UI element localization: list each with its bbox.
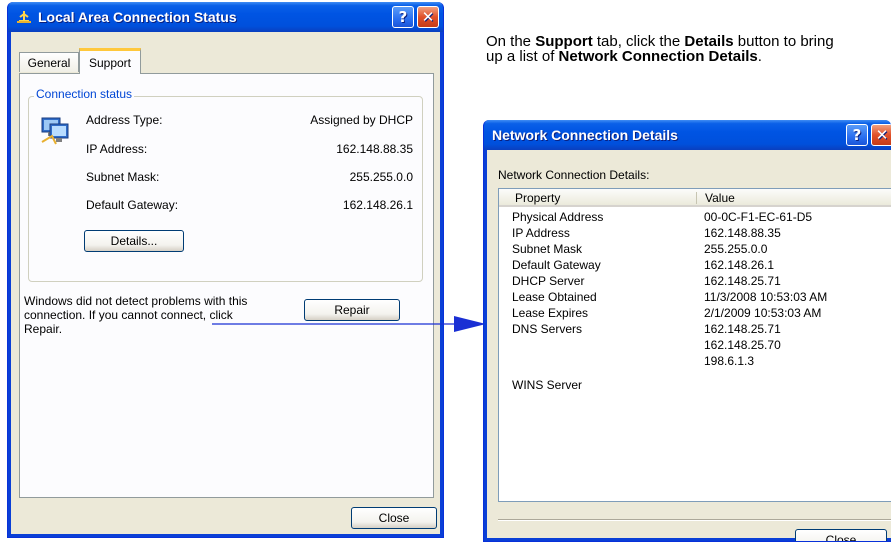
- tab-support-label: Support: [88, 55, 132, 70]
- list-item-property[interactable]: Lease Obtained: [512, 290, 597, 304]
- list-item-property[interactable]: WINS Server: [512, 378, 582, 392]
- list-item-property[interactable]: Subnet Mask: [512, 242, 582, 256]
- list-item-property[interactable]: Lease Expires: [512, 306, 588, 320]
- list-item-property[interactable]: DNS Servers: [512, 322, 582, 336]
- list-item-value[interactable]: 198.6.1.3: [704, 354, 754, 368]
- list-item-property[interactable]: DHCP Server: [512, 274, 584, 288]
- details-window-client: Network Connection Details: Property Val…: [487, 150, 891, 541]
- separator: [498, 519, 891, 521]
- list-item-value[interactable]: 11/3/2008 10:53:03 AM: [704, 290, 827, 304]
- list-item-property[interactable]: Physical Address: [512, 210, 603, 224]
- list-header: Property Value: [499, 189, 891, 207]
- details-list[interactable]: Property Value Physical Address 00-0C-F1-…: [498, 188, 891, 502]
- close-button[interactable]: Close: [795, 529, 887, 541]
- tab-support[interactable]: Support: [79, 48, 141, 74]
- list-item-value[interactable]: 162.148.25.71: [704, 274, 781, 288]
- list-item-value[interactable]: 00-0C-F1-EC-61-D5: [704, 210, 812, 224]
- list-item-property[interactable]: IP Address: [512, 226, 570, 240]
- list-item-value[interactable]: 162.148.26.1: [704, 258, 774, 272]
- close-icon[interactable]: ✕: [871, 124, 891, 146]
- list-item-value[interactable]: 255.255.0.0: [704, 242, 767, 256]
- details-window: Network Connection Details ? ✕ Network C…: [483, 120, 891, 542]
- help-icon[interactable]: ?: [846, 124, 868, 146]
- list-item-value[interactable]: 2/1/2009 10:53:03 AM: [704, 306, 821, 320]
- list-item-value[interactable]: 162.148.88.35: [704, 226, 781, 240]
- list-item-property[interactable]: Default Gateway: [512, 258, 601, 272]
- header-property[interactable]: Property: [515, 191, 560, 205]
- details-window-title: Network Connection Details: [492, 127, 678, 143]
- list-item-value[interactable]: 162.148.25.71: [704, 322, 781, 336]
- details-caption: Network Connection Details:: [498, 168, 650, 182]
- header-divider[interactable]: [696, 192, 697, 204]
- details-window-titlebar[interactable]: Network Connection Details ? ✕: [484, 120, 891, 150]
- list-item-value[interactable]: 162.148.25.70: [704, 338, 781, 352]
- header-value[interactable]: Value: [705, 191, 735, 205]
